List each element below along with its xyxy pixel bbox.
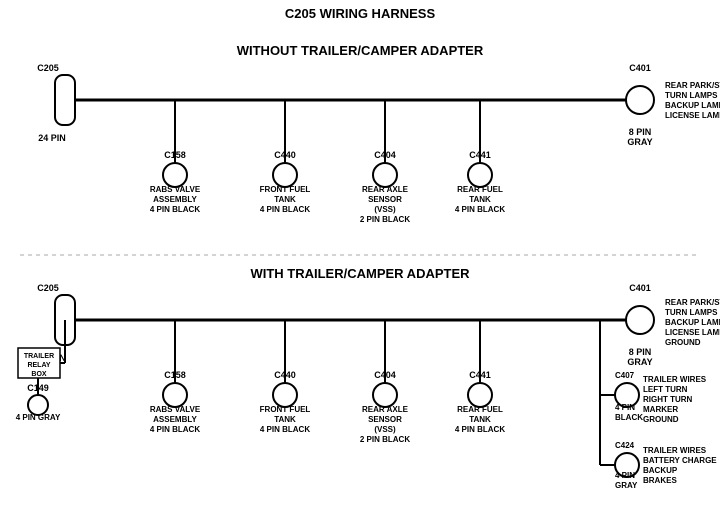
c407-desc4: MARKER [643,405,678,414]
c404-bot-desc4: 2 PIN BLACK [360,435,410,444]
c149-pins: 4 PIN GRAY [16,413,61,422]
c401-bot-desc4: LICENSE LAMPS [665,328,720,337]
c407-desc3: RIGHT TURN [643,395,693,404]
c158-top-name: C158 [164,150,186,160]
c441-bot-desc2: TANK [469,415,491,424]
c401-bot-color: GRAY [627,357,652,367]
c158-bot-name: C158 [164,370,186,380]
c401-top-desc2: TURN LAMPS [665,91,718,100]
c424-pins1: 4 PIN [615,471,635,480]
diagram-container: C205 WIRING HARNESS WITHOUT TRAILER/CAMP… [0,0,720,517]
c205-top-label: C205 [37,63,59,73]
c205-top-pins: 24 PIN [38,133,66,143]
c441-top-desc1: REAR FUEL [457,185,503,194]
c440-top-desc3: 4 PIN BLACK [260,205,310,214]
c407-pins2: BLACK [615,413,643,422]
c401-bot-desc1: REAR PARK/STOP [665,298,720,307]
c401-bot-desc3: BACKUP LAMPS [665,318,720,327]
c401-bot-label: C401 [629,283,651,293]
c401-bot-pins: 8 PIN [629,347,652,357]
c407-desc2: LEFT TURN [643,385,688,394]
c401-bot-desc2: TURN LAMPS [665,308,718,317]
c404-top-desc1: REAR AXLE [362,185,409,194]
c404-top-desc3: (VSS) [374,205,396,214]
c441-bot-desc3: 4 PIN BLACK [455,425,505,434]
c158-top-desc2: ASSEMBLY [153,195,197,204]
c404-top-desc2: SENSOR [368,195,402,204]
trailer-relay-label1: TRAILER [24,353,54,360]
c441-top-name: C441 [469,150,491,160]
c404-top-name: C404 [374,150,396,160]
c149-name: C149 [27,383,49,393]
trailer-relay-label3: BOX [31,371,47,378]
c424-pins2: GRAY [615,481,638,490]
trailer-relay-label2: RELAY [27,362,50,369]
c440-top-name: C440 [274,150,296,160]
c158-top-desc3: 4 PIN BLACK [150,205,200,214]
bottom-section-title: WITH TRAILER/CAMPER ADAPTER [250,266,470,281]
c424-desc1: TRAILER WIRES [643,446,707,455]
c424-desc3: BACKUP [643,466,678,475]
c441-top-desc3: 4 PIN BLACK [455,205,505,214]
c404-bot-name: C404 [374,370,396,380]
c407-name: C407 [615,371,635,380]
c401-top-desc: REAR PARK/STOP [665,81,720,90]
c205-bot-label: C205 [37,283,59,293]
c440-bot-name: C440 [274,370,296,380]
c407-pins1: 4 PIN [615,403,635,412]
c407-desc5: GROUND [643,415,679,424]
c440-bot-desc3: 4 PIN BLACK [260,425,310,434]
wiring-diagram: C205 WIRING HARNESS WITHOUT TRAILER/CAMP… [0,0,720,517]
c158-bot-desc3: 4 PIN BLACK [150,425,200,434]
c158-bot-desc1: RABS VALVE [150,405,201,414]
c158-bot-desc2: ASSEMBLY [153,415,197,424]
c401-top-desc3: BACKUP LAMPS [665,101,720,110]
c424-name: C424 [615,441,635,450]
c401-top-color: GRAY [627,137,652,147]
c441-bot-name: C441 [469,370,491,380]
c441-bot-desc1: REAR FUEL [457,405,503,414]
c401-top-pins: 8 PIN [629,127,652,137]
top-section-title: WITHOUT TRAILER/CAMPER ADAPTER [237,43,484,58]
c401-top-desc4: LICENSE LAMPS [665,111,720,120]
c401-top-label: C401 [629,63,651,73]
c440-top-desc2: TANK [274,195,296,204]
c404-top-desc4: 2 PIN BLACK [360,215,410,224]
c424-desc4: BRAKES [643,476,677,485]
c424-desc2: BATTERY CHARGE [643,456,717,465]
main-title: C205 WIRING HARNESS [285,6,436,21]
c441-top-desc2: TANK [469,195,491,204]
c401-bot-desc5: GROUND [665,338,701,347]
c440-top-desc1: FRONT FUEL [260,185,311,194]
c407-desc1: TRAILER WIRES [643,375,707,384]
c440-bot-desc1: FRONT FUEL [260,405,311,414]
c440-bot-desc2: TANK [274,415,296,424]
c404-bot-desc1: REAR AXLE [362,405,409,414]
c404-bot-desc3: (VSS) [374,425,396,434]
c158-top-desc1: RABS VALVE [150,185,201,194]
c404-bot-desc2: SENSOR [368,415,402,424]
